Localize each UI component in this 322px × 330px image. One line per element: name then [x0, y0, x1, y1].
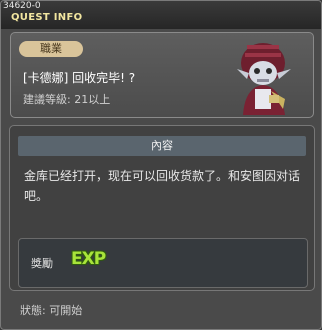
- exp-icon: EXP: [71, 249, 106, 269]
- npc-portrait: [237, 43, 291, 115]
- title-bar[interactable]: 34620-0 QUEST INFO: [1, 1, 321, 29]
- quest-id: 34620-0: [3, 1, 41, 11]
- quest-title: [卡德娜] 回收完毕! ?: [23, 71, 136, 85]
- quest-summary-panel: 職業 [卡德娜] 回收完毕! ? 建議等級: 21以上: [10, 32, 314, 118]
- recommended-level: 建議等級: 21以上: [23, 93, 111, 106]
- content-header: 內容: [18, 136, 306, 156]
- job-badge: 職業: [19, 41, 83, 57]
- quest-info-window: 34620-0 QUEST INFO 職業 [卡德娜] 回收完毕! ? 建議等級…: [0, 0, 322, 330]
- quest-status: 狀態: 可開始: [20, 304, 83, 317]
- window-title: QUEST INFO: [11, 12, 83, 23]
- reward-section: 獎勵 EXP: [18, 238, 308, 288]
- reward-label: 獎勵: [31, 257, 53, 270]
- quest-content-panel: 內容 金库已经打开，现在可以回收货款了。和安图因对话吧。 獎勵 EXP: [9, 125, 315, 291]
- quest-description: 金库已经打开，现在可以回收货款了。和安图因对话吧。: [24, 169, 301, 203]
